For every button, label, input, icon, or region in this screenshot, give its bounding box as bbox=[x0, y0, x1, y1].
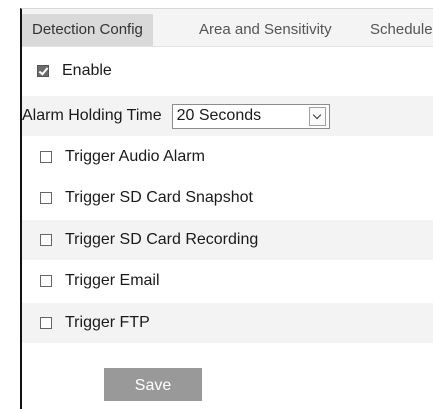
trigger-ftp-label: Trigger FTP bbox=[65, 314, 150, 331]
trigger-ftp-checkbox[interactable] bbox=[40, 317, 52, 329]
dropdown-arrow-button[interactable] bbox=[308, 106, 326, 126]
tab-area-and-sensitivity[interactable]: Area and Sensitivity bbox=[189, 14, 342, 46]
trigger-audio-alarm-row: Trigger Audio Alarm bbox=[22, 137, 433, 177]
enable-label: Enable bbox=[62, 62, 112, 79]
trigger-email-row: Trigger Email bbox=[22, 261, 433, 301]
trigger-sd-recording-checkbox[interactable] bbox=[40, 234, 52, 246]
tab-detection-config[interactable]: Detection Config bbox=[22, 14, 153, 46]
trigger-email-label: Trigger Email bbox=[65, 272, 160, 289]
enable-row: Enable bbox=[22, 51, 433, 91]
trigger-audio-alarm-label: Trigger Audio Alarm bbox=[65, 148, 205, 165]
trigger-sd-recording-row: Trigger SD Card Recording bbox=[22, 220, 433, 260]
trigger-ftp-row: Trigger FTP bbox=[22, 303, 433, 343]
tab-schedule[interactable]: Schedule bbox=[360, 14, 433, 46]
chevron-down-icon bbox=[312, 110, 322, 119]
trigger-email-checkbox[interactable] bbox=[40, 275, 52, 287]
tab-bar: Detection Config Area and Sensitivity Sc… bbox=[22, 9, 433, 47]
alarm-holding-time-label: Alarm Holding Time bbox=[22, 107, 162, 124]
alarm-holding-time-select[interactable]: 20 Seconds bbox=[171, 103, 330, 129]
alarm-holding-time-value: 20 Seconds bbox=[176, 107, 262, 124]
trigger-sd-snapshot-label: Trigger SD Card Snapshot bbox=[65, 189, 253, 206]
trigger-sd-snapshot-checkbox[interactable] bbox=[40, 192, 52, 204]
trigger-audio-alarm-checkbox[interactable] bbox=[40, 151, 52, 163]
detection-config-panel: Detection Config Area and Sensitivity Sc… bbox=[20, 8, 433, 409]
trigger-sd-snapshot-row: Trigger SD Card Snapshot bbox=[22, 178, 433, 218]
trigger-sd-recording-label: Trigger SD Card Recording bbox=[65, 231, 259, 248]
enable-checkbox[interactable] bbox=[37, 65, 49, 77]
save-button[interactable]: Save bbox=[104, 368, 202, 401]
alarm-holding-time-row: Alarm Holding Time 20 Seconds bbox=[22, 96, 433, 136]
